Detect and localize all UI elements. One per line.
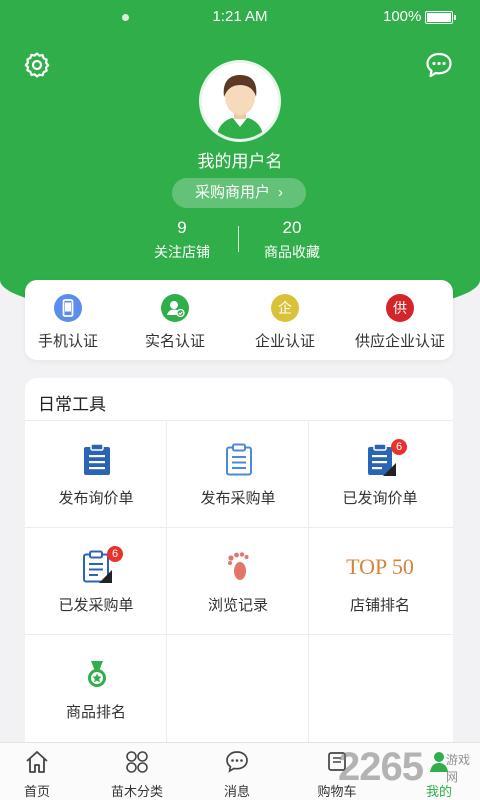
tab-home[interactable]: 首页 <box>2 743 72 800</box>
followed-shops-stat[interactable]: 9 关注店铺 <box>122 218 242 262</box>
tool-shop-ranking-label: 店铺排名 <box>349 597 410 614</box>
tab-messages[interactable]: 消息 <box>202 743 272 800</box>
watermark: 2265 游戏网 <box>320 745 480 795</box>
home-icon <box>26 751 48 773</box>
status-bar: 1:21 AM 100% <box>0 0 480 34</box>
clipboard-icon <box>84 443 110 475</box>
tool-sent-inquiry-label: 已发询价单 <box>342 490 418 507</box>
cert-enterprise-label: 企业认证 <box>254 333 315 350</box>
daily-tools-title: 日常工具 <box>38 395 106 414</box>
gear-icon <box>24 52 50 78</box>
tool-publish-inquiry[interactable]: 发布询价单 <box>25 421 167 527</box>
role-label: 采购商用户 <box>194 184 270 201</box>
tab-category[interactable]: 苗木分类 <box>102 743 172 800</box>
footprint-icon <box>228 552 249 580</box>
message-icon <box>226 751 248 773</box>
watermark-logo: 2265 <box>338 745 424 789</box>
tool-publish-purchase-label: 发布采购单 <box>200 490 276 507</box>
tool-browse-history-label: 浏览记录 <box>207 597 268 614</box>
followed-shops-label: 关注店铺 <box>154 244 210 260</box>
tool-publish-purchase[interactable]: 发布采购单 <box>167 421 309 527</box>
tool-sent-inquiry[interactable]: 6 已发询价单 <box>309 421 451 527</box>
unread-badge: 6 <box>107 546 123 562</box>
cert-phone-label: 手机认证 <box>37 333 98 350</box>
phone-icon <box>54 294 82 322</box>
person-check-icon <box>161 294 189 322</box>
chat-bubble-icon <box>426 52 452 78</box>
messages-button[interactable] <box>424 50 454 80</box>
tool-product-ranking[interactable]: 商品排名 <box>25 635 167 741</box>
cert-realname[interactable]: 实名认证 <box>132 280 218 360</box>
role-badge[interactable]: 采购商用户 › <box>172 178 306 208</box>
tool-publish-inquiry-label: 发布询价单 <box>58 490 134 507</box>
supplier-icon: 供 <box>386 294 414 322</box>
favorites-label: 商品收藏 <box>264 244 320 260</box>
settings-button[interactable] <box>22 50 52 80</box>
followed-shops-count: 9 <box>177 218 187 237</box>
battery-icon <box>425 11 456 24</box>
chevron-right-icon: › <box>278 184 283 201</box>
battery-percent: 100% <box>383 8 422 25</box>
tab-category-label: 苗木分类 <box>110 784 163 799</box>
enterprise-icon: 企 <box>271 294 299 322</box>
favorites-count: 20 <box>282 218 302 237</box>
cert-supplier-label: 供应企业认证 <box>354 333 445 350</box>
clipboard-outline-icon <box>226 443 252 476</box>
tool-sent-purchase-label: 已发采购单 <box>58 597 134 614</box>
watermark-sub: 游戏网 <box>446 753 471 784</box>
username: 我的用户名 <box>197 152 283 171</box>
cert-supplier[interactable]: 供 供应企业认证 <box>345 280 455 360</box>
cert-realname-label: 实名认证 <box>144 333 205 350</box>
unread-badge: 6 <box>391 439 407 455</box>
favorites-stat[interactable]: 20 商品收藏 <box>232 218 352 262</box>
medal-icon <box>88 661 106 687</box>
certification-card: 手机认证 实名认证 企 企业认证 供 供应企业认证 <box>25 280 453 360</box>
daily-tools-card: 日常工具 发布询价单 发布采购单 6 已发询价单 6 已发采购单 浏览记录 TO… <box>25 378 453 758</box>
tool-shop-ranking[interactable]: TOP 50 店铺排名 <box>309 528 451 634</box>
tool-sent-purchase[interactable]: 6 已发采购单 <box>25 528 167 634</box>
user-avatar-icon <box>202 63 278 139</box>
cert-phone[interactable]: 手机认证 <box>25 280 111 360</box>
tool-browse-history[interactable]: 浏览记录 <box>167 528 309 634</box>
category-icon <box>126 751 148 773</box>
tool-product-ranking-label: 商品排名 <box>65 704 126 721</box>
tab-home-label: 首页 <box>23 784 50 799</box>
cert-enterprise[interactable]: 企 企业认证 <box>242 280 328 360</box>
top50-icon: TOP 50 <box>346 554 414 579</box>
tab-messages-label: 消息 <box>223 784 250 799</box>
avatar[interactable] <box>199 60 281 142</box>
